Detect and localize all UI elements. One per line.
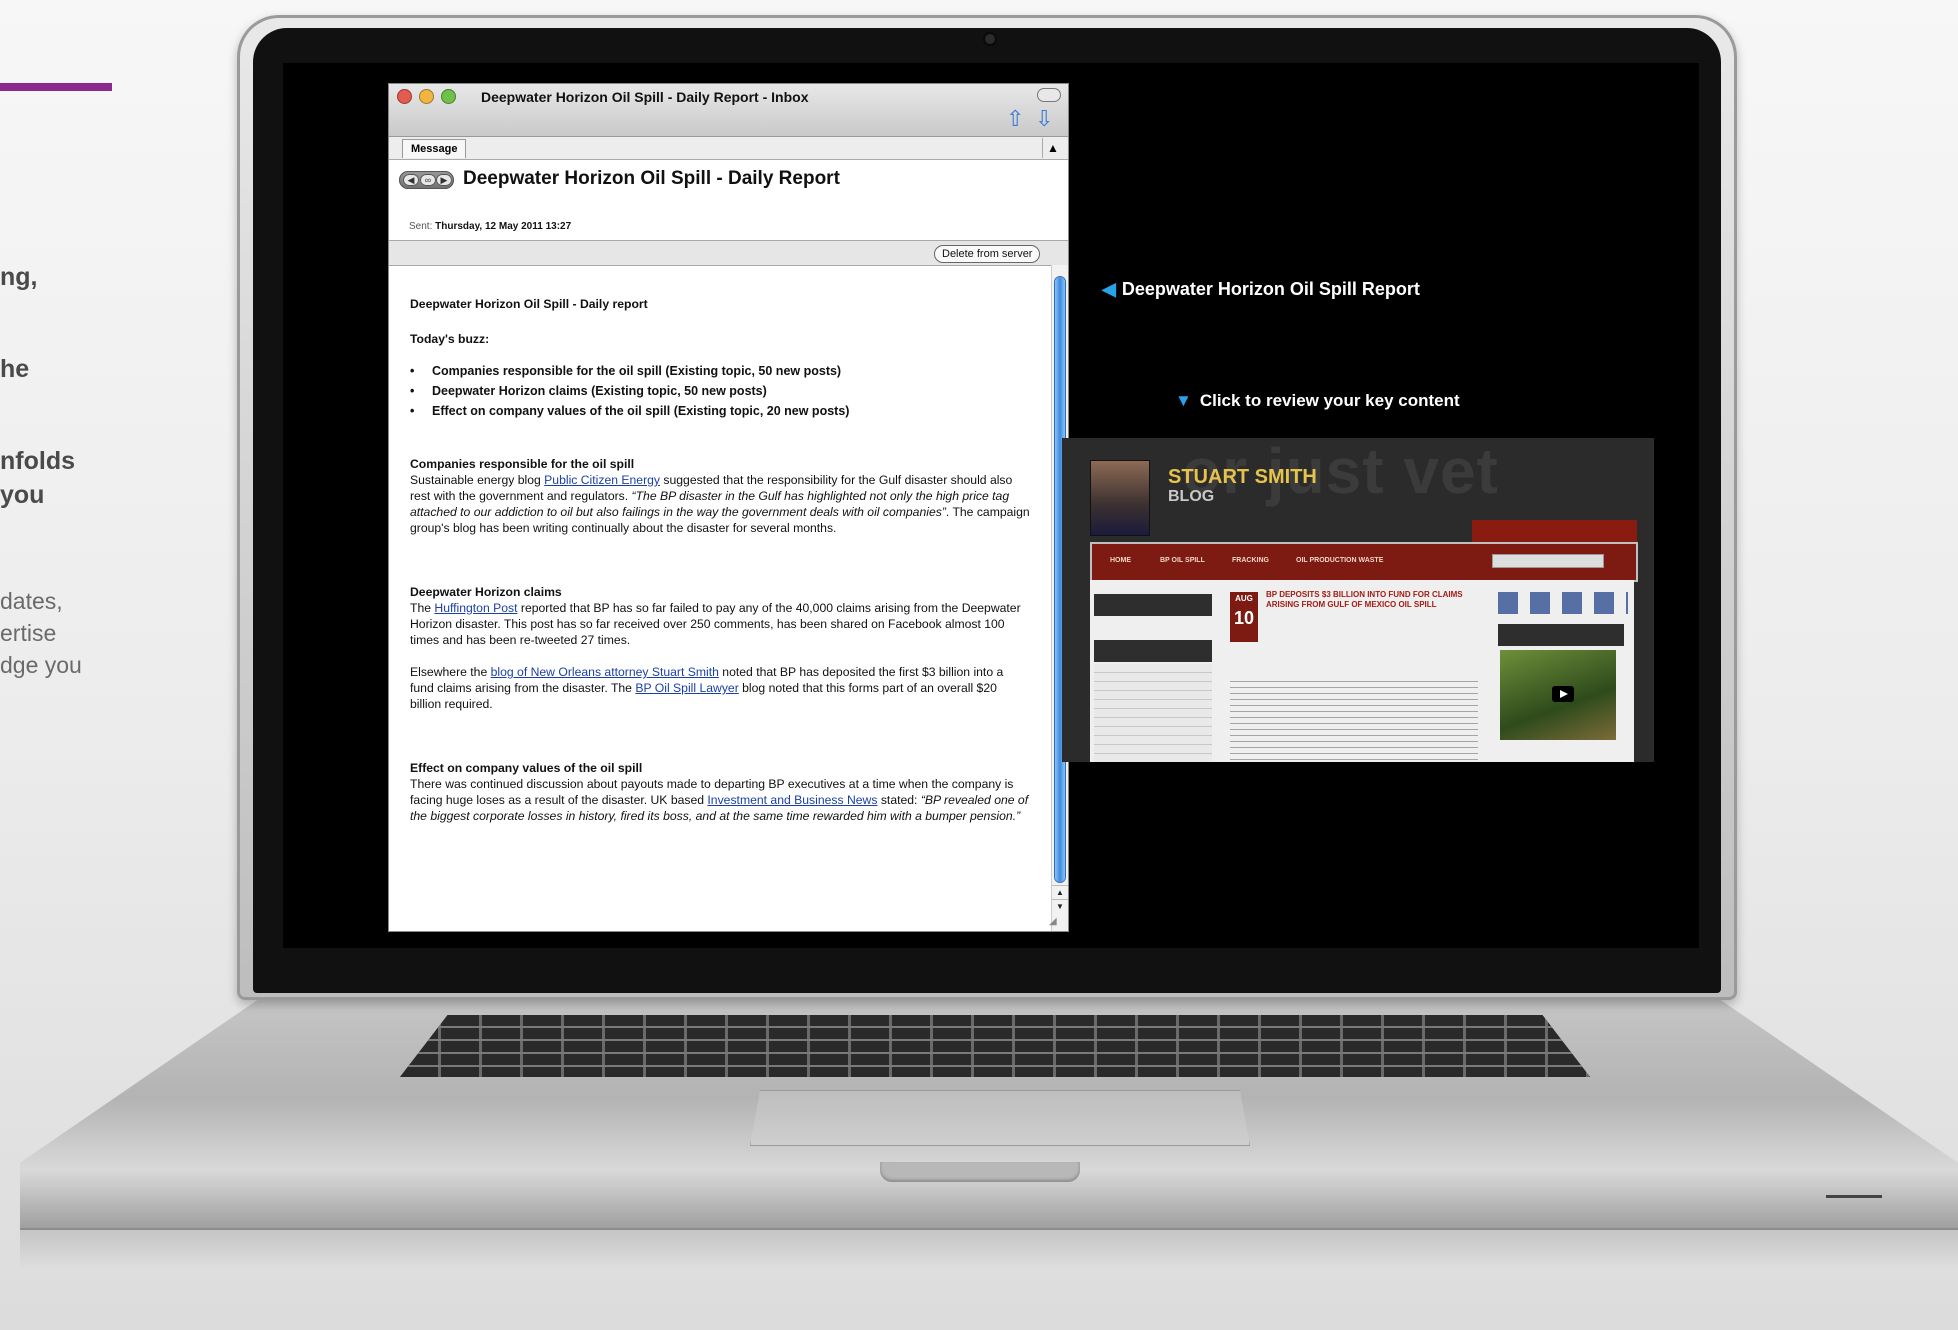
promo-text-line: nfolds	[0, 447, 75, 475]
window-title: Deepwater Horizon Oil Spill - Daily Repo…	[481, 89, 809, 105]
blog-nav-item[interactable]: FRACKING	[1232, 557, 1269, 564]
section-paragraph: The Huffington Post reported that BP has…	[410, 600, 1030, 648]
stuart-smith-blog-link[interactable]: blog of New Orleans attorney Stuart Smit…	[491, 665, 719, 679]
delete-from-server-button[interactable]: Delete from server	[934, 245, 1041, 263]
collapse-header-icon[interactable]: ▲	[1042, 138, 1063, 158]
scroll-down-arrow-icon[interactable]: ▼	[1052, 899, 1068, 914]
review-annotation[interactable]: ▼ Click to review your key content	[1175, 391, 1460, 411]
previous-message-arrow-icon[interactable]: ⇧	[1006, 107, 1024, 131]
tab-bar: Message ▲	[389, 137, 1068, 160]
post-date-badge: AUG 10	[1230, 592, 1258, 642]
message-body: Deepwater Horizon Oil Spill - Daily repo…	[410, 296, 1030, 824]
author-photo	[1090, 460, 1150, 536]
blog-nav-bar: HOME BP OIL SPILL FRACKING OIL PRODUCTIO…	[1090, 542, 1638, 582]
section-title: Deepwater Horizon claims	[410, 585, 562, 599]
toolbar-toggle-button[interactable]	[1037, 88, 1061, 102]
post-headline[interactable]: BP DEPOSITS $3 BILLION INTO FUND FOR CLA…	[1266, 590, 1466, 610]
section-title: Effect on company values of the oil spil…	[410, 761, 643, 775]
blog-sidebar-list	[1094, 664, 1212, 762]
section-title: Companies responsible for the oil spill	[410, 457, 635, 471]
paragraph-text: The	[410, 601, 435, 615]
promo-text-line: you	[0, 481, 45, 509]
buzz-label: Today's buzz:	[410, 332, 490, 346]
post-day: 10	[1233, 608, 1255, 628]
section-paragraph: Sustainable energy blog Public Citizen E…	[410, 472, 1030, 536]
blog-sidebar-block	[1094, 640, 1212, 662]
window-titlebar: Deepwater Horizon Oil Spill - Daily Repo…	[389, 84, 1068, 137]
report-annotation: ◀ Deepwater Horizon Oil Spill Report	[1102, 279, 1420, 300]
message-nav-pill[interactable]: ◀ ∞ ▶	[399, 171, 454, 189]
blog-search-input[interactable]	[1492, 554, 1604, 568]
public-citizen-energy-link[interactable]: Public Citizen Energy	[544, 473, 660, 487]
laptop-trackpad	[750, 1090, 1250, 1146]
buzz-list: Companies responsible for the oil spill …	[410, 361, 1030, 421]
scroll-up-arrow-icon[interactable]: ▲	[1052, 885, 1068, 900]
bp-oil-spill-lawyer-link[interactable]: BP Oil Spill Lawyer	[635, 681, 738, 695]
resize-grip-icon[interactable]: ◢	[1049, 916, 1063, 928]
blog-nav-item[interactable]: OIL PRODUCTION WASTE	[1296, 557, 1383, 564]
sleep-indicator	[1826, 1195, 1882, 1198]
blog-sidebar-block	[1094, 594, 1212, 616]
paragraph-text: Elsewhere the	[410, 665, 491, 679]
sent-date: Thursday, 12 May 2011 13:27	[435, 221, 572, 232]
back-arrow-icon[interactable]: ◀	[403, 174, 419, 186]
report-annotation-text: Deepwater Horizon Oil Spill Report	[1121, 279, 1420, 299]
promo-text-line: ertise	[0, 620, 57, 646]
review-annotation-text[interactable]: Click to review your key content	[1200, 391, 1460, 410]
post-body-text	[1230, 676, 1478, 762]
featured-video-header	[1498, 624, 1624, 646]
blog-preview[interactable]: or just vet STUART SMITH BLOG HOME BP OI…	[1062, 438, 1654, 762]
down-triangle-icon: ▼	[1175, 391, 1192, 410]
promo-text-line: dge you	[0, 652, 82, 678]
blog-nav-item[interactable]: HOME	[1110, 557, 1131, 564]
buzz-list-item: Effect on company values of the oil spil…	[410, 401, 1030, 421]
paragraph-text: Sustainable energy blog	[410, 473, 545, 487]
video-thumbnail[interactable]	[1500, 650, 1616, 740]
section-paragraph: There was continued discussion about pay…	[410, 776, 1030, 824]
zoom-window-button[interactable]	[441, 89, 456, 104]
report-heading: Deepwater Horizon Oil Spill - Daily repo…	[410, 297, 648, 311]
blog-subname: BLOG	[1168, 488, 1215, 505]
investment-business-news-link[interactable]: Investment and Business News	[707, 793, 877, 807]
close-window-button[interactable]	[397, 89, 412, 104]
keyboard-rows	[400, 1015, 1590, 1077]
camera-icon	[985, 34, 995, 44]
blog-name: STUART SMITH	[1168, 466, 1317, 488]
sent-label: Sent:	[409, 221, 433, 232]
promo-text-line: ng,	[0, 263, 38, 291]
minimize-window-button[interactable]	[419, 89, 434, 104]
post-month: AUG	[1235, 594, 1253, 603]
forward-icon[interactable]: ▶	[436, 174, 452, 186]
email-window: Deepwater Horizon Oil Spill - Daily Repo…	[389, 84, 1068, 931]
play-icon[interactable]	[1552, 686, 1574, 702]
buzz-list-item: Companies responsible for the oil spill …	[410, 361, 1030, 381]
left-triangle-icon: ◀	[1102, 279, 1116, 299]
blog-content: AUG 10 BP DEPOSITS $3 BILLION INTO FUND F…	[1090, 580, 1634, 762]
laptop-shadow	[20, 1228, 1958, 1268]
tab-message[interactable]: Message	[402, 139, 467, 158]
lid-notch	[880, 1162, 1080, 1182]
promo-accent-bar	[0, 83, 112, 91]
paragraph-text: stated:	[877, 793, 921, 807]
promo-text-line: dates,	[0, 588, 63, 614]
link-icon[interactable]: ∞	[420, 174, 436, 186]
buzz-list-item: Deepwater Horizon claims (Existing topic…	[410, 381, 1030, 401]
promo-text-line: he	[0, 355, 30, 383]
section-paragraph: Elsewhere the blog of New Orleans attorn…	[410, 664, 1030, 712]
message-subject: Deepwater Horizon Oil Spill - Daily Repo…	[463, 168, 840, 189]
blog-top-nav	[1472, 520, 1637, 542]
action-bar: Delete from server	[389, 240, 1068, 266]
social-icons	[1498, 592, 1628, 614]
huffington-post-link[interactable]: Huffington Post	[434, 601, 517, 615]
next-message-arrow-icon[interactable]: ⇩	[1035, 107, 1053, 131]
blog-nav-item[interactable]: BP OIL SPILL	[1160, 557, 1205, 564]
sent-line: Sent: Thursday, 12 May 2011 13:27	[409, 221, 571, 232]
